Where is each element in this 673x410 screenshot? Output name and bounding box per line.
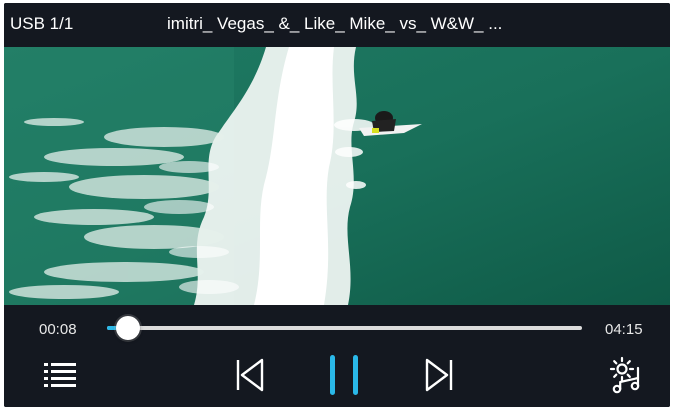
- seek-track[interactable]: [107, 326, 582, 330]
- skip-previous-icon: [236, 358, 264, 392]
- total-time: 04:15: [605, 321, 643, 338]
- video-image: [4, 47, 670, 305]
- audio-settings-icon: [609, 356, 640, 394]
- control-bar: 00:08 04:15: [4, 305, 670, 407]
- skip-next-icon: [425, 358, 453, 392]
- seek-thumb[interactable]: [116, 316, 140, 340]
- track-title: imitri_ Vegas_ &_ Like_ Mike_ vs_ W&W_ .…: [167, 14, 503, 33]
- next-button[interactable]: [424, 358, 454, 392]
- video-player: USB 1/1 imitri_ Vegas_ &_ Like_ Mike_ vs…: [4, 3, 670, 407]
- current-time: 00:08: [39, 321, 77, 338]
- list-icon: [44, 363, 76, 387]
- seek-bar[interactable]: [107, 313, 582, 343]
- top-bar: USB 1/1 imitri_ Vegas_ &_ Like_ Mike_ vs…: [4, 3, 670, 47]
- previous-button[interactable]: [235, 358, 265, 392]
- playlist-button[interactable]: [44, 361, 76, 389]
- video-frame[interactable]: [4, 47, 670, 305]
- pause-button[interactable]: [327, 353, 361, 397]
- source-label: USB 1/1: [10, 14, 74, 33]
- pause-icon: [330, 355, 358, 395]
- audio-settings-button[interactable]: [608, 356, 646, 394]
